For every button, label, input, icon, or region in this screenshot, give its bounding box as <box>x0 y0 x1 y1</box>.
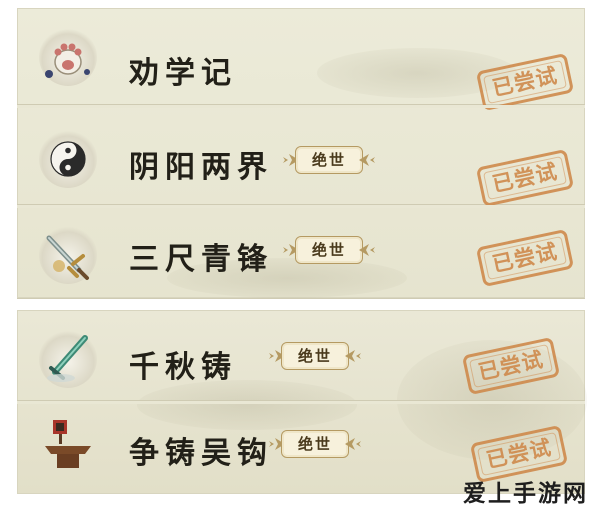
site-watermark: 爱上手游网 <box>463 481 588 507</box>
rarity-badge: 绝世 <box>269 342 361 370</box>
achievement-name: 千秋铸 <box>129 350 237 385</box>
badge-label: 绝世 <box>311 241 346 259</box>
yin-yang-icon <box>39 130 97 188</box>
achievement-row[interactable]: 千秋铸 绝世 已尝试 <box>17 310 585 404</box>
paw-icon <box>39 28 97 86</box>
achievement-name: 争铸吴钩 <box>129 436 273 471</box>
achievement-row[interactable]: 阴阳两界 绝世 已尝试 <box>17 108 585 208</box>
achievement-panel-top: 劝学记 已尝试 阴阳两界 绝世 已尝试 三尺青锋 绝世 已尝试 <box>17 8 585 299</box>
rarity-badge: 绝世 <box>283 236 375 264</box>
achievement-name: 阴阳两界 <box>129 150 273 185</box>
achievement-row[interactable]: 三尺青锋 绝世 已尝试 <box>17 208 585 299</box>
sword-icon <box>39 226 97 284</box>
forge-anvil-icon <box>39 414 97 472</box>
badge-label: 绝世 <box>297 347 332 365</box>
achievement-name: 劝学记 <box>129 56 237 91</box>
tried-stamp: 已尝试 <box>475 228 575 288</box>
tried-stamp: 已尝试 <box>475 52 575 112</box>
badge-label: 绝世 <box>311 151 346 169</box>
tried-stamp: 已尝试 <box>461 336 561 396</box>
rarity-badge: 绝世 <box>269 430 361 458</box>
jade-sword-icon <box>39 330 97 388</box>
rarity-badge: 绝世 <box>283 146 375 174</box>
achievement-name: 三尺青锋 <box>129 242 273 277</box>
badge-label: 绝世 <box>297 435 332 453</box>
tried-stamp: 已尝试 <box>475 148 575 208</box>
achievement-row[interactable]: 劝学记 已尝试 <box>17 8 585 112</box>
achievement-panel-bottom: 千秋铸 绝世 已尝试 争铸吴钩 绝世 已尝试 <box>17 310 587 494</box>
